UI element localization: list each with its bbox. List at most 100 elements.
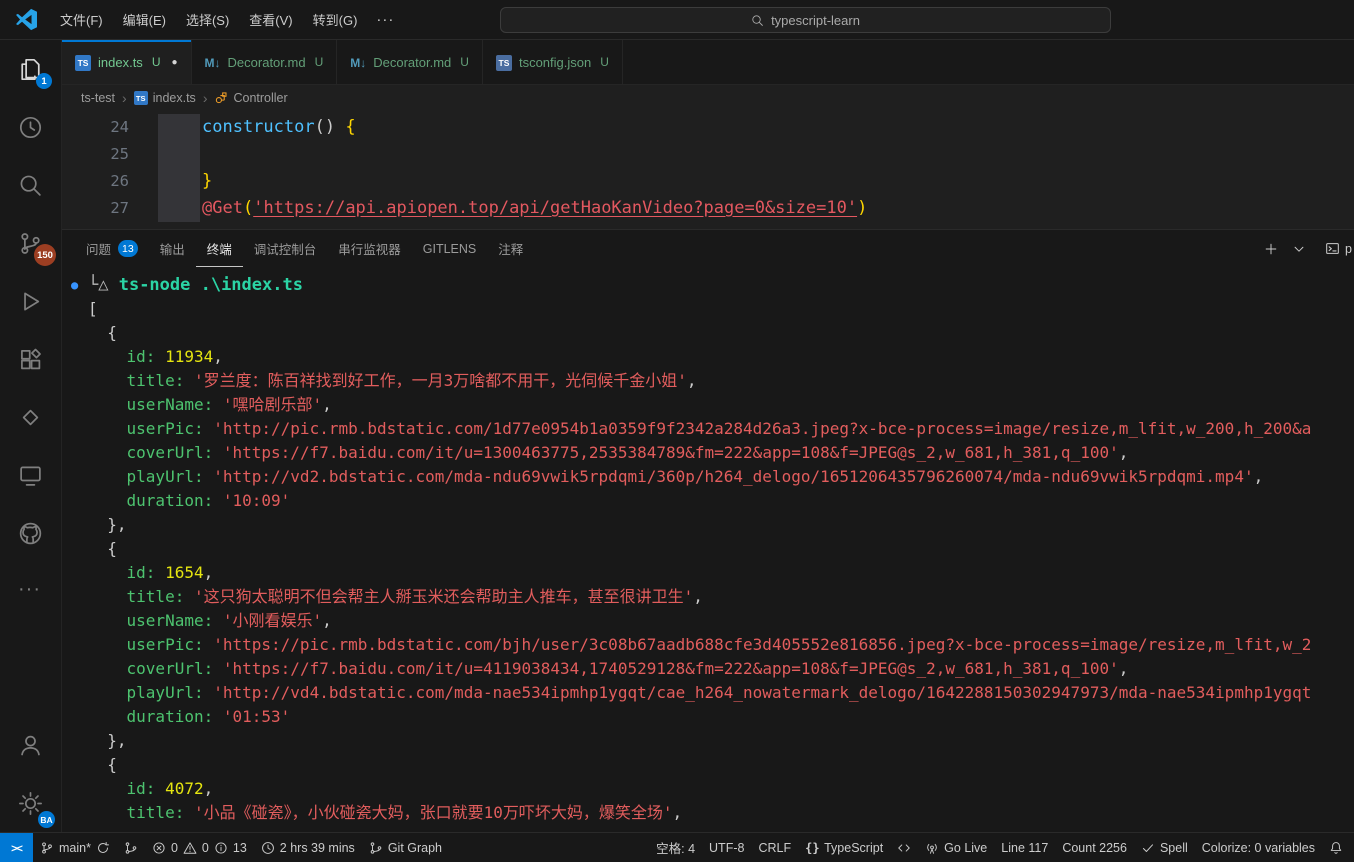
status-indentation[interactable]: 空格: 4 xyxy=(649,833,702,862)
status-word-count[interactable]: Count 2256 xyxy=(1055,833,1134,862)
new-terminal-button[interactable] xyxy=(1259,237,1283,261)
code-token: ( xyxy=(243,198,253,218)
activity-code-time-button[interactable] xyxy=(0,98,61,156)
panel-tab[interactable]: 调试控制台 xyxy=(243,230,328,267)
activity-github-button[interactable] xyxy=(0,504,61,562)
modified-dot: ● xyxy=(171,57,177,68)
terminal-token: └△ xyxy=(88,275,119,295)
terminal-token: , xyxy=(693,587,703,606)
terminal-token xyxy=(88,347,127,366)
status-language[interactable]: {}TypeScript xyxy=(798,833,890,862)
status-line-indicator[interactable]: Line 117 xyxy=(994,833,1055,862)
terminal-token: duration: xyxy=(127,707,214,726)
terminal-token xyxy=(184,803,194,822)
github-icon xyxy=(18,521,43,546)
menu-item[interactable]: 转到(G) xyxy=(304,5,367,34)
terminal-token: userPic: xyxy=(127,419,204,438)
code-token: { xyxy=(345,117,355,137)
panel-tab[interactable]: 串行监视器 xyxy=(327,230,412,267)
more-menus-button[interactable]: ··· xyxy=(366,9,404,30)
status-git-graph-view[interactable] xyxy=(117,833,145,862)
activity-source-control-button[interactable]: 150 xyxy=(0,214,61,272)
editor-tab[interactable]: TSindex.tsU● xyxy=(62,40,192,84)
terminal-token: 'https://f7.baidu.com/it/u=4119038434,17… xyxy=(223,659,1119,678)
breadcrumb-item[interactable]: ts-test xyxy=(79,91,117,105)
terminal-token: ts-node .\index.ts xyxy=(119,275,303,295)
panel-tab[interactable]: 输出 xyxy=(149,230,196,267)
menu-item[interactable]: 查看(V) xyxy=(240,5,301,34)
status-branch[interactable]: main* xyxy=(33,833,117,862)
status-colorize[interactable]: Colorize: 0 variables xyxy=(1195,833,1322,862)
activity-settings-button[interactable]: BA xyxy=(0,774,61,832)
status-code-time[interactable]: 2 hrs 39 mins xyxy=(254,833,362,862)
menu-item[interactable]: 文件(F) xyxy=(51,5,112,34)
activity-search-button[interactable] xyxy=(0,156,61,214)
main-area: 1150··· BA TSindex.tsU●M↓Decorator.mdUM↓… xyxy=(0,40,1354,832)
status-spell[interactable]: Spell xyxy=(1134,833,1195,862)
panel-tab[interactable]: 问题13 xyxy=(75,230,149,267)
terminal-list-item[interactable]: p xyxy=(1315,241,1352,256)
activity-explorer-button[interactable]: 1 xyxy=(0,40,61,98)
vscode-logo-icon xyxy=(15,8,38,31)
terminal-token xyxy=(88,491,127,510)
activity-badge: 1 xyxy=(36,73,52,89)
activity-diamond-extension-button[interactable] xyxy=(0,388,61,446)
status-text: 13 xyxy=(233,841,247,855)
activity-account-button[interactable] xyxy=(0,716,61,774)
command-decoration-dot[interactable]: ● xyxy=(71,278,78,292)
menu-item[interactable]: 选择(S) xyxy=(177,5,238,34)
markdown-file-icon: M↓ xyxy=(350,55,366,70)
activity-run-debug-button[interactable] xyxy=(0,272,61,330)
remote-explorer-icon xyxy=(18,463,43,488)
terminal-dropdown-button[interactable] xyxy=(1287,237,1311,261)
bottom-panel: 问题13输出终端调试控制台串行监视器 GITLENS 注释 p ● └△ ts-no… xyxy=(62,229,1354,832)
terminal-token: { xyxy=(88,323,117,342)
status-notifications[interactable] xyxy=(1322,833,1350,862)
terminal-token: [ xyxy=(88,299,98,318)
code-editor[interactable]: 24constructor() {2526}27@Get('https://ap… xyxy=(62,111,1354,229)
status-go-live[interactable]: Go Live xyxy=(918,833,994,862)
status-eol[interactable]: CRLF xyxy=(751,833,798,862)
terminal-line: └△ ts-node .\index.ts xyxy=(88,273,1354,297)
terminal[interactable]: ● └△ ts-node .\index.ts[ { id: 11934, ti… xyxy=(62,267,1354,832)
terminal-line: title: '罗兰度：陈百祥找到好工作，一月3万啥都不用干，光伺候千金小姐', xyxy=(88,369,1354,393)
panel-tab-label: 串行监视器 xyxy=(338,239,401,258)
git-status-label: U xyxy=(460,55,469,69)
editor-tab[interactable]: M↓Decorator.mdU xyxy=(337,40,483,84)
editor-tab[interactable]: TStsconfig.jsonU xyxy=(483,40,623,84)
status-text: Spell xyxy=(1160,841,1188,855)
code-icon xyxy=(897,841,911,855)
check-icon xyxy=(1141,841,1155,855)
status-encoding[interactable]: UTF-8 xyxy=(702,833,751,862)
activity-more-views-button[interactable]: ··· xyxy=(0,562,61,620)
status-text: 2 hrs 39 mins xyxy=(280,841,355,855)
panel-tab[interactable]: 终端 xyxy=(196,230,243,267)
terminal-line: userName: '嘿哈剧乐部', xyxy=(88,393,1354,417)
status-git-graph[interactable]: Git Graph xyxy=(362,833,449,862)
terminal-line: playUrl: 'http://vd2.bdstatic.com/mda-nd… xyxy=(88,465,1354,489)
line-number: 25 xyxy=(62,141,154,168)
panel-tab-label: 注释 xyxy=(498,239,523,258)
graph-icon xyxy=(369,841,383,855)
panel-tab-label: 问题 xyxy=(86,239,111,258)
editor-tab[interactable]: M↓Decorator.mdU xyxy=(192,40,338,84)
code-line[interactable]: 24constructor() { xyxy=(62,114,1354,141)
code-line[interactable]: 27@Get('https://api.apiopen.top/api/getH… xyxy=(62,195,1354,222)
panel-tab[interactable]: GITLENS xyxy=(412,230,488,267)
code-line[interactable]: 26} xyxy=(62,168,1354,195)
menu-item[interactable]: 编辑(E) xyxy=(114,5,175,34)
terminal-token: duration: xyxy=(127,491,214,510)
code-line[interactable]: 25 xyxy=(62,141,1354,168)
status-problems[interactable]: 0013 xyxy=(145,833,254,862)
panel-tab[interactable]: 注释 xyxy=(487,230,534,267)
activity-remote-explorer-button[interactable] xyxy=(0,446,61,504)
remote-indicator[interactable]: >< xyxy=(0,833,33,862)
activity-extensions-button[interactable] xyxy=(0,330,61,388)
breadcrumb-item[interactable]: Controller xyxy=(212,91,289,105)
chevron-right-separator: › xyxy=(122,90,127,106)
breadcrumb-item[interactable]: TSindex.ts xyxy=(132,91,198,105)
terminal-token: 4072 xyxy=(165,779,204,798)
terminal-token xyxy=(88,587,127,606)
command-center-search[interactable]: typescript-learn xyxy=(500,7,1111,33)
status-extension-status[interactable] xyxy=(890,833,918,862)
